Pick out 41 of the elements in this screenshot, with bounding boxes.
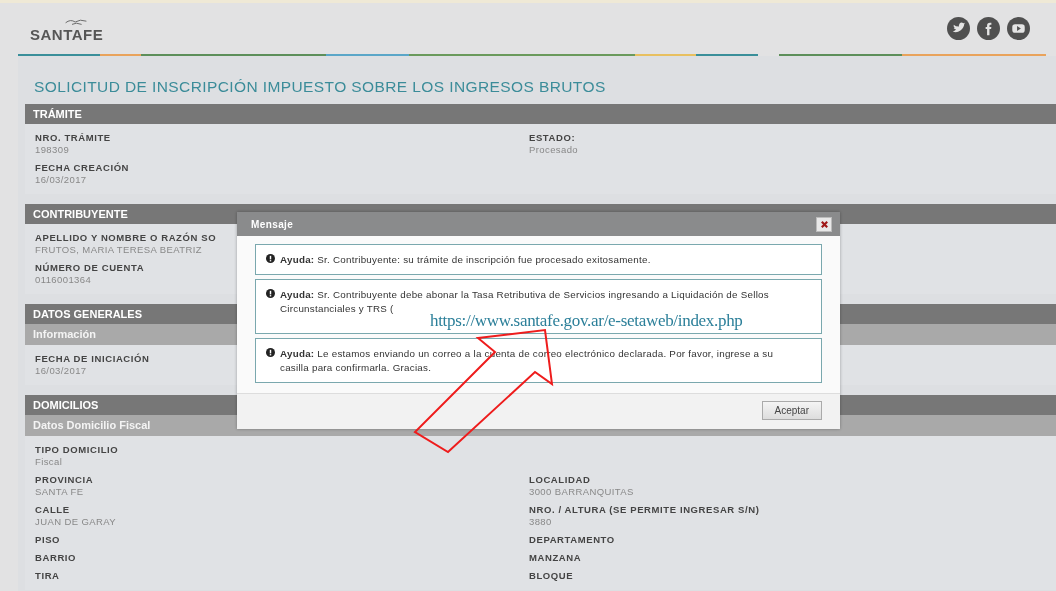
field-value: 3880 [529, 516, 552, 528]
field-value: 3000 BARRANQUITAS [529, 486, 634, 498]
field-label: NRO. / ALTURA (SE PERMITE INGRESAR S/N) [529, 504, 760, 516]
field-value: SANTA FE [35, 486, 84, 498]
twitter-bird-icon[interactable] [947, 17, 970, 40]
info-icon [266, 254, 275, 263]
section-header: TRÁMITE [25, 104, 1056, 124]
field-label: CALLE [35, 504, 70, 516]
field-label: TIRA [35, 570, 60, 582]
field-label: BARRIO [35, 552, 77, 564]
field-label: FECHA DE INICIACIÓN [35, 353, 150, 365]
field-label: MANZANA [529, 552, 582, 564]
close-button[interactable] [816, 216, 832, 232]
field-value: JUAN DE GARAY [35, 516, 117, 528]
field-value: Procesado [529, 144, 579, 156]
field-value: Fiscal [35, 456, 63, 468]
field-value: 16/03/2017 [35, 174, 87, 186]
field-value: 16/03/2017 [35, 365, 87, 377]
field-value: FRUTOS, MARIA TERESA BEATRIZ [35, 244, 202, 256]
close-icon [819, 219, 829, 229]
santa-fe-logo[interactable]: SANTAFE [30, 18, 104, 43]
field-value: 198309 [35, 144, 70, 156]
field-label: FECHA CREACIÓN [35, 162, 130, 174]
youtube-play-icon[interactable] [1007, 17, 1030, 40]
info-icon [266, 348, 275, 357]
field-label: PROVINCIA [35, 474, 94, 486]
help-message: Ayuda: Sr. Contribuyente: su trámite de inscripción fue procesado exitosamente. [280, 253, 651, 267]
field-label: DEPARTAMENTO [529, 534, 615, 546]
field-label: ESTADO: [529, 132, 576, 144]
field-label: TIPO DOMICILIO [35, 444, 119, 456]
field-value: 0116001364 [35, 274, 92, 286]
field-label: APELLIDO Y NOMBRE O RAZÓN SO [35, 232, 217, 244]
accept-button[interactable]: Aceptar [761, 401, 822, 420]
field-label: BLOQUE [529, 570, 574, 582]
field-label: NÚMERO DE CUENTA [35, 262, 145, 274]
field-label: NRO. TRÁMITE [35, 132, 111, 144]
facebook-icon[interactable] [977, 17, 1000, 40]
page-title: SOLICITUD DE INSCRIPCIÓN IMPUESTO SOBRE LOS INGRESOS BRUTOS [34, 78, 607, 96]
field-label: PISO [35, 534, 61, 546]
field-label: LOCALIDAD [529, 474, 591, 486]
info-icon [266, 289, 275, 298]
